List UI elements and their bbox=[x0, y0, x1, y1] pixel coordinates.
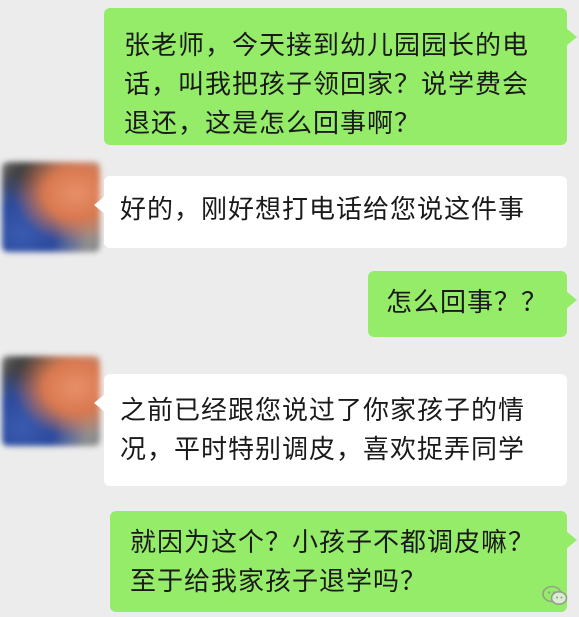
message-line: 好的，刚好想打电话给您说这件事 bbox=[120, 195, 526, 225]
wechat-watermark-icon bbox=[541, 585, 569, 609]
contact-avatar[interactable] bbox=[2, 356, 100, 446]
contact-avatar[interactable] bbox=[2, 162, 100, 252]
message-line: 张老师，今天接到幼儿园园长的电 bbox=[124, 31, 530, 61]
message-line: 退还，这是怎么回事啊？ bbox=[124, 109, 422, 139]
message-bubble-sent[interactable]: 就因为这个？小孩子不都调皮嘛？ 至于给我家孩子退学吗？ bbox=[110, 511, 577, 612]
message-bubble-received[interactable]: 好的，刚好想打电话给您说这件事 bbox=[94, 176, 567, 248]
message-bubble-sent[interactable]: 张老师，今天接到幼儿园园长的电 话，叫我把孩子领回家？说学费会 退还，这是怎么回… bbox=[104, 8, 577, 145]
message-line: 况，平时特别调皮，喜欢捉弄同学 bbox=[120, 435, 526, 465]
message-line: 怎么回事？？ bbox=[386, 288, 549, 318]
message-line: 话，叫我把孩子领回家？说学费会 bbox=[124, 70, 530, 100]
message-bubble-received[interactable]: 之前已经跟您说过了你家孩子的情 况，平时特别调皮，喜欢捉弄同学 bbox=[94, 374, 567, 486]
message-bubble-sent[interactable]: 怎么回事？？ bbox=[368, 271, 577, 337]
message-line: 至于给我家孩子退学吗？ bbox=[130, 567, 428, 597]
wechat-watermark-icon bbox=[542, 585, 568, 605]
message-line: 就因为这个？小孩子不都调皮嘛？ bbox=[130, 528, 536, 558]
message-line: 之前已经跟您说过了你家孩子的情 bbox=[120, 396, 526, 426]
chat-area: 张老师，今天接到幼儿园园长的电 话，叫我把孩子领回家？说学费会 退还，这是怎么回… bbox=[0, 0, 579, 617]
